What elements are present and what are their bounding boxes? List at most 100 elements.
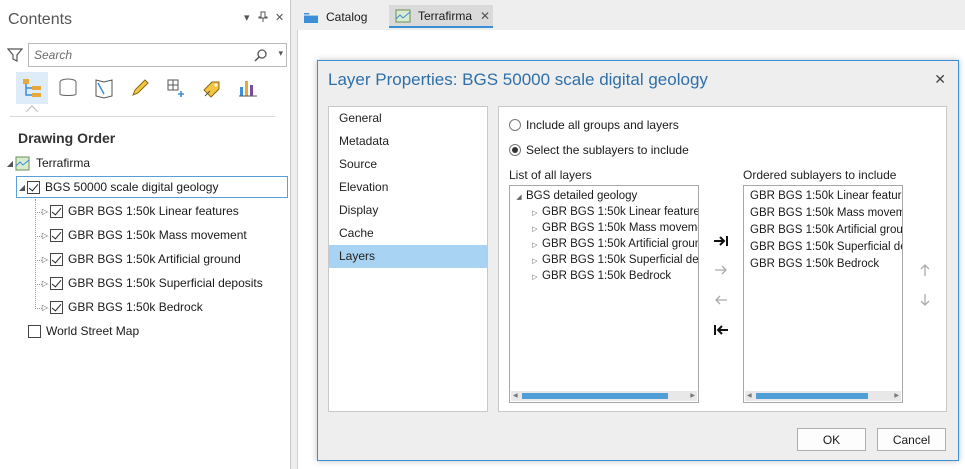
close-dialog-icon[interactable]: ✕ (934, 71, 946, 88)
search-box[interactable]: ▾ (28, 43, 287, 67)
all-layers-list[interactable]: ◢ BGS detailed geology ▷ GBR BGS 1:50k Lin… (509, 185, 699, 403)
collapse-icon[interactable]: ◢ (512, 190, 526, 204)
remove-selected-button[interactable] (711, 290, 731, 310)
expand-icon[interactable]: ▷ (528, 270, 542, 284)
horizontal-scrollbar[interactable]: ◀ ▶ (511, 391, 697, 401)
sublayer-checkbox[interactable] (50, 300, 63, 314)
expand-icon[interactable]: ▷ (40, 255, 50, 264)
nav-cache[interactable]: Cache (329, 222, 487, 245)
drawing-order-heading: Drawing Order (18, 130, 116, 146)
nav-general[interactable]: General (329, 107, 487, 130)
contents-toolbar (16, 72, 266, 112)
basemap-label: World Street Map (46, 324, 140, 338)
move-down-button[interactable] (915, 290, 935, 310)
group-layer-checkbox[interactable] (27, 180, 40, 194)
list-by-source-icon[interactable] (52, 72, 84, 104)
expand-icon[interactable]: ▷ (40, 303, 50, 312)
pin-icon[interactable] (258, 11, 268, 25)
collapse-icon[interactable]: ◢ (17, 183, 27, 192)
group-layer-label: BGS 50000 scale digital geology (45, 180, 219, 194)
list-item[interactable]: GBR BGS 1:50k Artificial ground (750, 222, 902, 238)
tab-map[interactable]: Terrafirma ✕ (389, 5, 493, 28)
horizontal-scrollbar[interactable]: ◀ ▶ (745, 391, 901, 401)
list-by-charts-icon[interactable] (232, 72, 264, 104)
dialog-title: Layer Properties: BGS 50000 scale digita… (328, 70, 708, 89)
sublayer-checkbox[interactable] (50, 276, 63, 290)
sublayer-item[interactable]: ▷ GBR BGS 1:50k Linear features (40, 200, 239, 222)
collapse-icon[interactable]: ◢ (5, 159, 15, 168)
list-by-editing-icon[interactable] (124, 72, 156, 104)
map-icon (395, 9, 411, 22)
sublayer-label: GBR BGS 1:50k Bedrock (68, 300, 203, 314)
list-item[interactable]: GBR BGS 1:50k Bedrock (750, 256, 902, 272)
scrollbar-thumb[interactable] (756, 393, 868, 399)
contents-title: Contents (8, 11, 73, 28)
list-by-labeling-icon[interactable] (196, 72, 228, 104)
basemap-checkbox[interactable] (28, 324, 41, 338)
expand-icon[interactable]: ▷ (40, 231, 50, 240)
ordered-sublayers-list[interactable]: GBR BGS 1:50k Linear features GBR BGS 1:… (743, 185, 903, 403)
cancel-button[interactable]: Cancel (877, 428, 946, 451)
expand-icon[interactable]: ▷ (528, 238, 542, 252)
list-item[interactable]: GBR BGS 1:50k Linear features (750, 188, 902, 204)
arrow-up-icon (920, 264, 930, 276)
list-by-selection-icon[interactable] (88, 72, 120, 104)
expand-icon[interactable]: ▷ (40, 279, 50, 288)
map-tree-item[interactable]: ◢ Terrafirma (5, 152, 90, 174)
sublayer-checkbox[interactable] (50, 204, 63, 218)
search-input[interactable] (34, 44, 249, 66)
expand-icon[interactable]: ▷ (528, 222, 542, 236)
include-all-radio[interactable] (509, 119, 521, 131)
nav-layers[interactable]: Layers (329, 245, 487, 268)
scroll-right-icon[interactable]: ▶ (894, 391, 899, 401)
tab-catalog[interactable]: Catalog (297, 5, 385, 28)
list-item[interactable]: ▷ GBR BGS 1:50k Linear features (510, 204, 698, 220)
list-item[interactable]: ◢ BGS detailed geology (510, 188, 698, 204)
sublayer-item[interactable]: ▷ GBR BGS 1:50k Mass movement (40, 224, 247, 246)
list-item[interactable]: ▷ GBR BGS 1:50k Bedrock (510, 268, 698, 284)
sublayer-checkbox[interactable] (50, 252, 63, 266)
scroll-left-icon[interactable]: ◀ (513, 391, 518, 401)
sublayer-item[interactable]: ▷ GBR BGS 1:50k Artificial ground (40, 248, 241, 270)
list-item[interactable]: GBR BGS 1:50k Mass movement (750, 205, 902, 221)
nav-source[interactable]: Source (329, 153, 487, 176)
nav-metadata[interactable]: Metadata (329, 130, 487, 153)
expand-icon[interactable]: ▷ (40, 207, 50, 216)
search-options-icon[interactable]: ▾ (278, 48, 283, 59)
select-sublayers-radio[interactable] (509, 144, 521, 156)
scroll-right-icon[interactable]: ▶ (690, 391, 695, 401)
sublayer-item[interactable]: ▷ GBR BGS 1:50k Superficial deposits (40, 272, 263, 294)
list-item[interactable]: ▷GBR BGS 1:50k Superficial deposits (510, 252, 698, 268)
sublayer-label: GBR BGS 1:50k Superficial deposits (68, 276, 263, 290)
add-selected-button[interactable] (711, 260, 731, 280)
add-all-icon (714, 236, 728, 246)
nav-elevation[interactable]: Elevation (329, 176, 487, 199)
list-item[interactable]: GBR BGS 1:50k Superficial deposits (750, 239, 902, 255)
list-item[interactable]: ▷ GBR BGS 1:50k Artificial ground (510, 236, 698, 252)
scrollbar-thumb[interactable] (522, 393, 668, 399)
filter-icon[interactable] (7, 47, 23, 63)
include-all-option[interactable]: Include all groups and layers (509, 118, 679, 132)
basemap-item[interactable]: World Street Map (18, 320, 139, 342)
group-layer-item[interactable]: ◢ BGS 50000 scale digital geology (16, 176, 288, 198)
search-icon[interactable] (254, 48, 268, 62)
list-by-drawing-order-icon[interactable] (16, 72, 48, 104)
pane-options-icon[interactable]: ▾ (244, 11, 250, 24)
add-all-button[interactable] (711, 231, 731, 251)
remove-all-button[interactable] (711, 320, 731, 340)
nav-display[interactable]: Display (329, 199, 487, 222)
select-sublayers-option[interactable]: Select the sublayers to include (509, 143, 689, 157)
arrow-right-icon (715, 265, 727, 275)
list-by-snapping-icon[interactable] (160, 72, 192, 104)
move-up-button[interactable] (915, 260, 935, 280)
close-pane-icon[interactable]: ✕ (275, 11, 284, 24)
document-tabs: Catalog Terrafirma ✕ (291, 0, 965, 30)
expand-icon[interactable]: ▷ (528, 206, 542, 220)
list-item[interactable]: ▷ GBR BGS 1:50k Mass movement (510, 220, 698, 236)
sublayer-checkbox[interactable] (50, 228, 63, 242)
scroll-left-icon[interactable]: ◀ (747, 391, 752, 401)
expand-icon[interactable]: ▷ (528, 254, 542, 268)
close-tab-icon[interactable]: ✕ (480, 9, 490, 23)
sublayer-item[interactable]: ▷ GBR BGS 1:50k Bedrock (40, 296, 203, 318)
ok-button[interactable]: OK (797, 428, 866, 451)
